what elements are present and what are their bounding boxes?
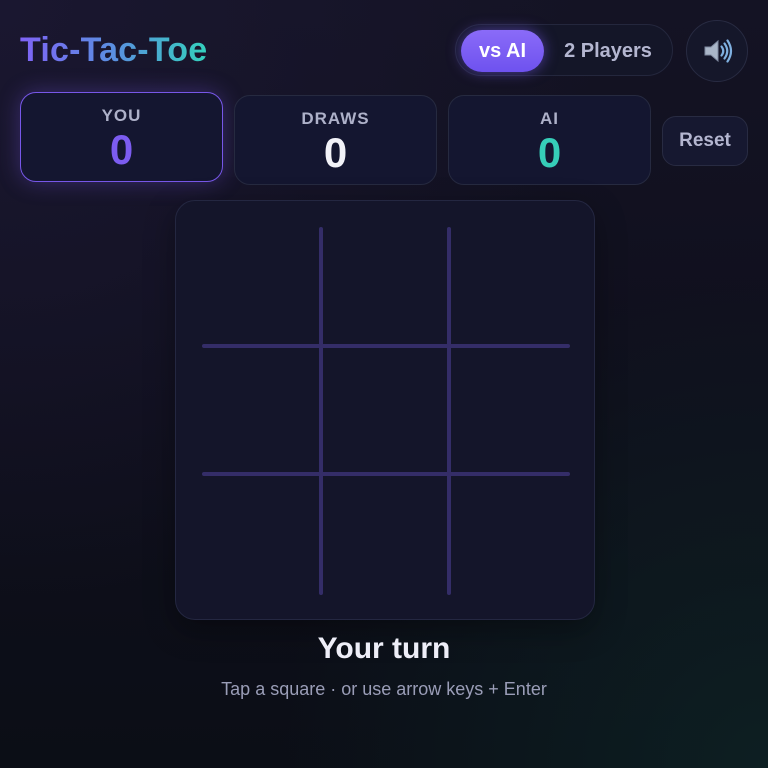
score-value-draws: 0 <box>323 129 348 176</box>
board-cell-1[interactable] <box>200 225 322 347</box>
controls-hint: Tap a square · or use arrow keys + Enter <box>221 679 547 699</box>
grid-line-horizontal-1 <box>202 344 570 348</box>
speaker-icon <box>704 39 733 63</box>
board-cell-8[interactable] <box>324 473 446 595</box>
score-value-ai: 0 <box>537 129 562 176</box>
board-cell-4[interactable] <box>200 349 322 471</box>
board-cell-6[interactable] <box>448 349 570 471</box>
score-label-you: YOU <box>101 106 142 125</box>
score-card-you: YOU 0 <box>20 92 223 182</box>
mode-vs-ai-button[interactable]: vs AI <box>461 30 544 72</box>
sound-toggle-button[interactable] <box>686 20 748 82</box>
turn-status: Your turn <box>317 632 451 665</box>
board-cell-7[interactable] <box>200 473 322 595</box>
mode-two-players-button[interactable]: 2 Players <box>552 30 664 72</box>
grid-line-vertical-2 <box>447 227 451 595</box>
board-cell-3[interactable] <box>448 225 570 347</box>
board-cell-5[interactable] <box>324 349 446 471</box>
game-title: Tic-Tac-Toe <box>20 31 208 69</box>
board-cell-9[interactable] <box>448 473 570 595</box>
reset-button[interactable]: Reset <box>662 116 748 166</box>
grid-line-horizontal-2 <box>202 472 570 476</box>
game-board <box>175 200 595 620</box>
score-label-draws: DRAWS <box>301 109 370 128</box>
score-card-ai: AI 0 <box>448 95 651 185</box>
score-value-you: 0 <box>109 126 134 173</box>
grid-line-vertical-1 <box>319 227 323 595</box>
mode-toggle: vs AI 2 Players <box>455 24 673 76</box>
score-label-ai: AI <box>540 109 559 128</box>
board-cell-2[interactable] <box>324 225 446 347</box>
score-card-draws: DRAWS 0 <box>234 95 437 185</box>
